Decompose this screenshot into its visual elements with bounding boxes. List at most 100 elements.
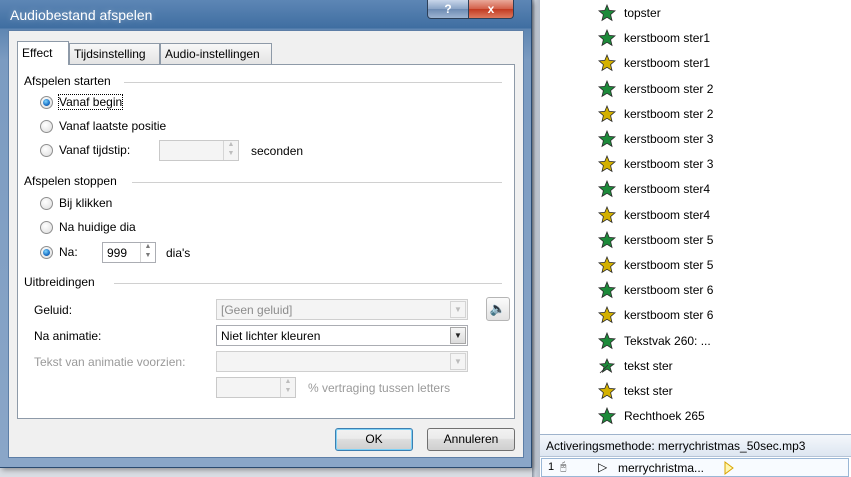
down-arrow-icon[interactable]: ▼: [141, 252, 155, 261]
animation-item-label: kerstboom ster1: [624, 31, 711, 46]
option-label: Na:: [59, 245, 78, 259]
speaker-icon[interactable]: 🔈: [486, 297, 510, 321]
start-time-spinner[interactable]: ▲ ▼: [159, 140, 239, 161]
star-entrance-icon: [598, 4, 616, 22]
option-label: Vanaf laatste positie: [59, 119, 167, 133]
dialog-body: Effect Tijdsinstelling Audio-instellinge…: [8, 30, 524, 458]
option-label: Vanaf begin: [57, 94, 124, 110]
ok-button[interactable]: OK: [335, 428, 413, 451]
star-entrance-icon: [598, 29, 616, 47]
star-entrance-icon: [598, 79, 616, 97]
animation-list-item[interactable]: kerstboom ster 3: [598, 154, 713, 174]
animation-list-item[interactable]: kerstboom ster4: [598, 205, 710, 225]
up-arrow-icon[interactable]: ▲: [224, 141, 238, 150]
group-divider: [114, 283, 502, 284]
animation-name: merrychristma...: [618, 461, 705, 475]
option-on-click[interactable]: Bij klikken: [40, 196, 112, 210]
animation-list-item[interactable]: kerstboom ster1: [598, 28, 710, 48]
timeline-bar-icon[interactable]: [724, 461, 734, 475]
animation-list-item[interactable]: kerstboom ster 2: [598, 79, 713, 99]
tab-timing[interactable]: Tijdsinstelling: [69, 43, 160, 64]
help-button[interactable]: ?: [427, 0, 469, 19]
animation-list-item[interactable]: topster: [598, 3, 661, 23]
down-arrow-icon[interactable]: ▼: [281, 387, 295, 396]
animation-list-item[interactable]: kerstboom ster 3: [598, 129, 713, 149]
motion-path-icon: [598, 357, 616, 374]
animation-pane: topster kerstboom ster1 kerstboom ster1 ker…: [540, 0, 851, 477]
title-bar[interactable]: Audiobestand afspelen ? x: [0, 0, 532, 28]
animation-item-label: Tekstvak 260: ...: [624, 333, 711, 348]
down-arrow-icon[interactable]: ▼: [224, 150, 238, 159]
slides-count-spinner[interactable]: 999 ▲ ▼: [102, 242, 156, 263]
animation-item-label: kerstboom ster 2: [624, 106, 714, 121]
animation-item-label: kerstboom ster 2: [624, 81, 714, 96]
star-emphasis-icon: [598, 306, 616, 324]
option-label: Vanaf tijdstip:: [59, 143, 131, 157]
enhancements-group-title: Uitbreidingen: [24, 275, 95, 289]
animation-list-item[interactable]: kerstboom ster 5: [598, 230, 713, 250]
animation-list-item[interactable]: kerstboom ster1: [598, 53, 710, 73]
animation-item-label: Rechthoek 265: [624, 409, 705, 424]
tab-effect[interactable]: Effect: [17, 41, 69, 65]
mouse-click-icon: 🖰: [560, 461, 567, 473]
sound-label: Geluid:: [34, 303, 73, 317]
chevron-down-icon[interactable]: ▼: [450, 353, 466, 370]
option-after-slides[interactable]: Na:: [40, 245, 78, 259]
close-button[interactable]: x: [468, 0, 514, 19]
option-from-time[interactable]: Vanaf tijdstip:: [40, 143, 130, 157]
entrance-effect-icon: [598, 331, 616, 349]
chevron-down-icon[interactable]: ▼: [450, 301, 466, 318]
play-effect-icon: ▷: [598, 460, 608, 474]
radio-button[interactable]: [40, 196, 53, 210]
window-edge: [532, 0, 540, 477]
radio-button[interactable]: [40, 220, 53, 234]
animation-list-item[interactable]: kerstboom ster 6: [598, 280, 713, 300]
radio-button[interactable]: [40, 119, 53, 133]
entrance-effect-icon: [598, 407, 616, 425]
cancel-button[interactable]: Annuleren: [427, 428, 515, 451]
animation-list-item[interactable]: kerstboom ster4: [598, 179, 710, 199]
option-label: Na huidige dia: [59, 220, 136, 234]
animation-list-item[interactable]: kerstboom ster 2: [598, 104, 713, 124]
trigger-label: Activeringsmethode: merrychristmas_50sec…: [546, 439, 806, 453]
star-emphasis-icon: [598, 205, 616, 223]
animation-item-label: kerstboom ster 3: [624, 157, 714, 172]
star-entrance-icon: [598, 180, 616, 198]
star-emphasis-icon: [598, 54, 616, 72]
animation-item-label: kerstboom ster4: [624, 207, 711, 222]
animate-text-dropdown[interactable]: ▼: [216, 351, 468, 372]
option-from-beginning[interactable]: Vanaf begin: [40, 94, 124, 110]
tab-audio-settings[interactable]: Audio-instellingen: [160, 43, 272, 64]
start-group-title: Afspelen starten: [24, 74, 111, 88]
tab-timing-label: Tijdsinstelling: [74, 47, 146, 61]
animation-item-label: kerstboom ster 5: [624, 232, 714, 247]
spinner-arrows[interactable]: ▲ ▼: [140, 243, 155, 262]
letter-delay-label: % vertraging tussen letters: [308, 381, 451, 395]
sound-dropdown[interactable]: [Geen geluid] ▼: [216, 299, 468, 320]
animation-list-item[interactable]: tekst ster: [598, 381, 673, 401]
animation-list-item[interactable]: Tekstvak 260: ...: [598, 331, 711, 351]
letter-delay-spinner[interactable]: ▲ ▼: [216, 377, 296, 398]
animation-list-item[interactable]: tekst ster: [598, 356, 673, 376]
selected-animation-row[interactable]: 1 🖰 ▷ merrychristma...: [541, 458, 849, 477]
spinner-arrows[interactable]: ▲ ▼: [223, 141, 238, 160]
trigger-header[interactable]: Activeringsmethode: merrychristmas_50sec…: [540, 435, 851, 457]
spinner-value: 999: [107, 246, 128, 260]
radio-button[interactable]: [40, 143, 53, 157]
tab-effect-label: Effect: [22, 46, 53, 60]
up-arrow-icon[interactable]: ▲: [141, 243, 155, 252]
animation-item-label: topster: [624, 6, 661, 20]
radio-button[interactable]: [40, 95, 53, 109]
animation-list-item[interactable]: kerstboom ster 6: [598, 305, 713, 325]
star-entrance-icon: [598, 281, 616, 299]
up-arrow-icon[interactable]: ▲: [281, 378, 295, 387]
option-from-last-position[interactable]: Vanaf laatste positie: [40, 119, 166, 133]
animation-list-item[interactable]: kerstboom ster 5: [598, 255, 713, 275]
after-animation-dropdown[interactable]: Niet lichter kleuren ▼: [216, 325, 468, 346]
animation-list-item[interactable]: Rechthoek 265: [598, 406, 705, 426]
option-after-current-slide[interactable]: Na huidige dia: [40, 220, 136, 234]
radio-button[interactable]: [40, 245, 53, 259]
spinner-arrows[interactable]: ▲ ▼: [280, 378, 295, 397]
star-emphasis-icon: [598, 155, 616, 173]
chevron-down-icon[interactable]: ▼: [450, 327, 466, 344]
